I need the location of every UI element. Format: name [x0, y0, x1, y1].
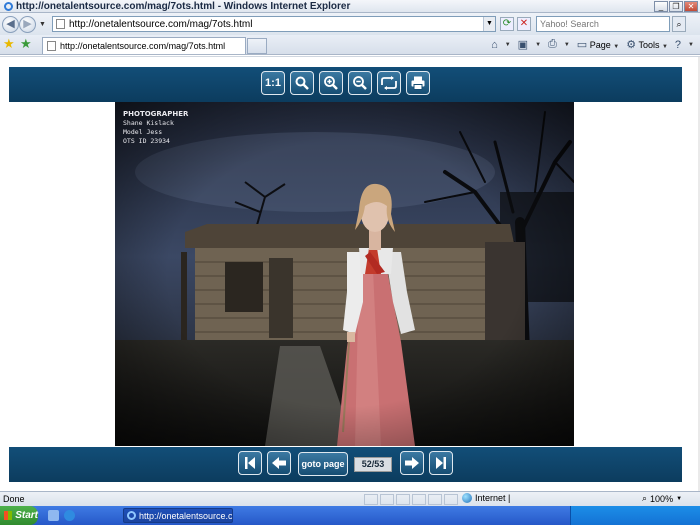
system-tray — [570, 506, 700, 525]
first-page-icon — [245, 457, 255, 469]
favorites-star-icon[interactable]: ★ — [3, 37, 15, 51]
magazine-page-photo[interactable]: PHOTOGRAPHER Shane Kislack Model Jess OT… — [115, 102, 574, 446]
status-segment — [412, 494, 426, 505]
start-label: Start — [15, 510, 38, 521]
refresh-button[interactable]: ⟳ — [500, 17, 514, 31]
search-input[interactable]: Yahoo! Search — [536, 16, 670, 32]
last-page-icon — [436, 457, 446, 469]
minimize-button[interactable]: _ — [654, 1, 668, 12]
taskbar: Start http://onetalentsource.c... — [0, 506, 700, 525]
new-tab-button[interactable] — [247, 38, 267, 54]
page-indicator[interactable]: 52/53 — [354, 457, 392, 472]
ie-logo-icon — [127, 511, 136, 520]
status-segment — [428, 494, 442, 505]
viewer-top-toolbar: 1:1 — [9, 67, 682, 102]
window-title-bar: http://onetalentsource.com/mag/7ots.html… — [0, 0, 700, 13]
page-menu[interactable]: ▭ Page ▼ — [577, 38, 619, 51]
flip-button[interactable] — [377, 71, 401, 95]
first-page-button[interactable] — [238, 451, 262, 475]
next-page-button[interactable] — [400, 451, 424, 475]
forward-button[interactable]: ▶ — [19, 15, 36, 33]
feeds-dropdown-icon[interactable]: ▼ — [535, 42, 541, 48]
magnifier-icon — [295, 76, 309, 90]
previous-page-button[interactable] — [267, 451, 291, 475]
caption-model: Model Jess — [123, 128, 163, 136]
status-text: Done — [3, 494, 25, 504]
restore-button[interactable]: ❐ — [669, 1, 683, 12]
search-button[interactable]: ⌕ — [672, 16, 686, 32]
zoom-out-button[interactable] — [348, 71, 372, 95]
last-page-button[interactable] — [429, 451, 453, 475]
command-bar: ⌂ ▼ ▣ ▼ ⎙ ▼ ▭ Page ▼ ⚙ Tools ▼ ? ▼ — [491, 38, 694, 51]
print-dropdown-icon[interactable]: ▼ — [564, 42, 570, 48]
window-title: http://onetalentsource.com/mag/7ots.html… — [16, 0, 351, 12]
add-favorites-icon[interactable]: ★ — [20, 37, 32, 51]
left-arrow-icon — [272, 457, 286, 469]
globe-icon — [462, 493, 472, 503]
tab-bar: ★ ★ http://onetalentsource.com/mag/7ots.… — [0, 35, 700, 55]
home-icon[interactable]: ⌂ — [491, 39, 498, 51]
zoom-magnifier-icon: ⌕ — [642, 493, 648, 503]
navigation-bar: ◀ ▶ ▼ http://onetalentsource.com/mag/7ot… — [0, 13, 700, 35]
show-desktop-icon[interactable] — [48, 510, 59, 521]
caption-ots-id: OTS ID 23934 — [123, 137, 170, 145]
page-icon — [56, 19, 65, 29]
actual-size-button[interactable]: 1:1 — [261, 71, 285, 95]
address-text: http://onetalentsource.com/mag/7ots.html — [69, 18, 253, 30]
zoom-in-button[interactable] — [319, 71, 343, 95]
address-bar[interactable]: http://onetalentsource.com/mag/7ots.html… — [52, 16, 496, 32]
tools-menu[interactable]: ⚙ Tools ▼ — [626, 38, 668, 51]
address-dropdown-icon[interactable]: ▼ — [483, 17, 495, 31]
photo-caption: PHOTOGRAPHER Shane Kislack Model Jess OT… — [123, 110, 188, 146]
home-dropdown-icon[interactable]: ▼ — [505, 42, 511, 48]
zoom-out-icon — [353, 76, 367, 90]
taskbar-item-ie[interactable]: http://onetalentsource.c... — [123, 508, 233, 523]
print-button[interactable] — [406, 71, 430, 95]
status-segment — [380, 494, 394, 505]
tab-page-icon — [47, 41, 56, 51]
status-segment — [364, 494, 378, 505]
page-menu-label: Page — [589, 40, 611, 50]
status-segment — [444, 494, 458, 505]
zone-label: Internet | — [475, 493, 511, 503]
close-button[interactable]: ✕ — [684, 1, 698, 12]
tools-menu-label: Tools — [638, 40, 660, 50]
caption-photographer: Shane Kislack — [123, 119, 174, 127]
zoom-level[interactable]: ⌕ 100% ▼ — [642, 493, 682, 504]
status-bar: Done Internet | ⌕ 100% ▼ — [0, 491, 700, 506]
zoom-button[interactable] — [290, 71, 314, 95]
zoom-in-icon — [324, 76, 338, 90]
caption-heading: PHOTOGRAPHER — [123, 110, 189, 118]
feeds-icon[interactable]: ▣ — [518, 38, 528, 51]
stop-button[interactable]: ✕ — [517, 17, 531, 31]
page-menu-icon: ▭ — [576, 39, 588, 51]
security-zone[interactable]: Internet | — [462, 493, 510, 503]
quicklaunch-ie-icon[interactable] — [64, 510, 75, 521]
tab-label: http://onetalentsource.com/mag/7ots.html — [60, 41, 226, 51]
page-menu-dropdown-icon: ▼ — [613, 44, 620, 50]
help-dropdown-icon[interactable]: ▼ — [688, 42, 694, 48]
history-dropdown-icon[interactable]: ▼ — [39, 21, 46, 28]
status-segment — [396, 494, 410, 505]
goto-page-button[interactable]: goto page — [298, 452, 348, 476]
taskbar-item-label: http://onetalentsource.c... — [139, 510, 233, 521]
right-arrow-icon — [405, 457, 419, 469]
start-button[interactable]: Start — [0, 506, 38, 525]
printer-icon — [411, 76, 425, 90]
flip-icon — [381, 76, 397, 90]
photo-illustration — [115, 102, 574, 446]
zoom-dropdown-icon: ▼ — [676, 495, 683, 502]
ie-logo-icon — [4, 1, 13, 11]
window-controls: _ ❐ ✕ — [654, 1, 698, 12]
back-button[interactable]: ◀ — [2, 15, 19, 33]
print-icon[interactable]: ⎙ — [548, 38, 557, 51]
gear-icon: ⚙ — [626, 39, 637, 51]
tab-current[interactable]: http://onetalentsource.com/mag/7ots.html — [42, 37, 246, 54]
page-content: 1:1 PHOTOGRAPHER Shane Kislack Model Jes… — [0, 56, 700, 492]
tools-menu-dropdown-icon: ▼ — [661, 44, 668, 50]
help-icon[interactable]: ? — [675, 39, 681, 51]
zoom-label: 100% — [650, 493, 674, 504]
windows-logo-icon — [4, 511, 13, 520]
